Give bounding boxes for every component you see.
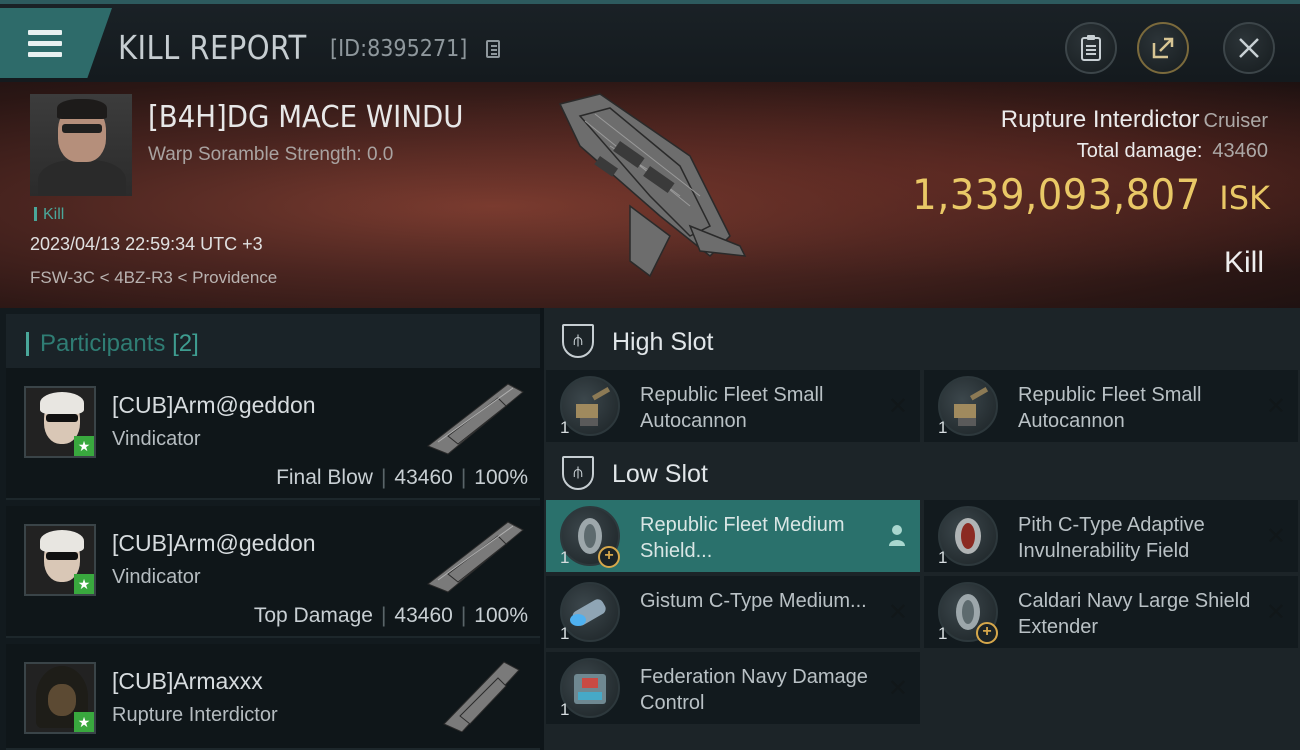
module-name: Republic Fleet Small Autocannon [640,384,824,432]
module-item[interactable]: 1 Gistum C-Type Medium... ✕ [546,576,920,648]
victim-avatar[interactable] [30,94,132,196]
copy-icon[interactable] [486,40,500,58]
module-name: Caldari Navy Large Shield Extender [1018,590,1251,638]
victim-name[interactable]: [B4H]DG MACE WINDU [148,100,463,135]
participants-tab[interactable]: Participants [2] [6,314,540,374]
participant-percent: 100% [474,466,528,489]
module-name: Federation Navy Damage Control [640,666,868,714]
shield-slot-icon: ⫛ [562,324,594,358]
person-icon[interactable] [888,524,906,546]
participant-card[interactable]: ★ [CUB]Arm@geddon Vindicator Top Damage |… [6,506,540,638]
star-icon: ★ [74,436,94,456]
participant-card[interactable]: ★ [CUB]Arm@geddon Vindicator Final Blow |… [6,368,540,500]
module-item[interactable]: + 1 Caldari Navy Large Shield Extender ✕ [924,576,1298,648]
participant-ship-image [427,383,524,455]
participant-ship-image [443,661,520,732]
module-item[interactable]: 1 Republic Fleet Small Autocannon ✕ [924,370,1298,442]
share-button[interactable] [1137,22,1189,74]
top-bar: KILL REPORT [ID:8395271] [0,0,1300,82]
scroll-edge [544,736,1300,750]
clipboard-icon [1081,35,1101,61]
total-damage-label: Total damage: [1076,140,1203,162]
close-icon[interactable]: ✕ [888,674,908,703]
plus-icon: + [598,546,620,568]
participants-panel: Participants [2] ★ [CUB]Arm@geddon Vindi… [0,308,540,750]
module-quantity: 1 [938,548,948,567]
module-name: Republic Fleet Medium Shield... [640,514,845,562]
module-item[interactable]: 1 Republic Fleet Small Autocannon ✕ [546,370,920,442]
share-icon [1152,37,1174,59]
participants-label: Participants [40,330,166,357]
participant-ship: Vindicator [112,566,201,588]
close-icon[interactable]: ✕ [1266,598,1286,627]
module-quantity: 1 [560,700,570,719]
close-icon[interactable]: ✕ [888,392,908,421]
participant-role: Top Damage [253,604,373,627]
module-quantity: 1 [560,548,570,567]
isk-value-line: 1,339,093,807 ISK [887,170,1270,219]
close-icon[interactable]: ✕ [1266,522,1286,551]
close-button[interactable] [1223,22,1275,74]
star-icon: ★ [74,574,94,594]
module-name: Republic Fleet Small Autocannon [1018,384,1202,432]
star-icon: ★ [74,712,94,732]
kill-tag: Kill [34,206,64,224]
plus-icon: + [976,622,998,644]
close-icon[interactable]: ✕ [1266,392,1286,421]
kill-datetime: 2023/04/13 22:59:34 UTC +3 [30,234,263,254]
participant-avatar[interactable]: ★ [24,524,96,596]
participant-name[interactable]: [CUB]Armaxxx [112,668,263,695]
total-damage-value: 43460 [1212,140,1268,162]
kill-location[interactable]: FSW-3C < 4BZ-R3 < Providence [30,268,277,288]
module-quantity: 1 [938,418,948,437]
participant-ship: Rupture Interdictor [112,704,278,726]
module-quantity: 1 [560,624,570,643]
isk-unit: ISK [1219,179,1270,217]
participant-ship-image [427,521,524,593]
low-slot-title: Low Slot [612,460,708,488]
participant-stats: Top Damage | 43460 | 100% [253,604,528,627]
page-title: KILL REPORT [118,28,307,67]
shield-slot-icon: ⫛ [562,456,594,490]
participant-ship: Vindicator [112,428,201,450]
participant-damage: 43460 [394,466,453,489]
victim-ship-image[interactable] [540,86,760,296]
ship-class: Cruiser [1203,110,1268,132]
high-slot-title: High Slot [612,328,714,356]
participant-name[interactable]: [CUB]Arm@geddon [112,392,316,419]
ship-name: Rupture Interdictor [1000,106,1200,133]
participant-percent: 100% [474,604,528,627]
fitting-panel: ⫛ High Slot 1 Republic Fleet Small Autoc… [544,308,1300,750]
participants-count: [2] [172,330,199,357]
clipboard-button[interactable] [1065,22,1117,74]
menu-button[interactable] [0,8,112,78]
result-label: Kill [1223,246,1264,279]
module-name: Gistum C-Type Medium... [640,590,867,612]
module-item[interactable]: 1 Federation Navy Damage Control ✕ [546,652,920,724]
participant-role: Final Blow [276,466,373,489]
participant-avatar[interactable]: ★ [24,386,96,458]
warp-scramble-strength: Warp Soramble Strength: 0.0 [148,144,394,165]
total-damage: Total damage: 43460 [1077,140,1268,163]
participant-avatar[interactable]: ★ [24,662,96,734]
participant-stats: Final Blow | 43460 | 100% [276,466,528,489]
kill-summary-banner: [B4H]DG MACE WINDU Warp Soramble Strengt… [0,82,1300,308]
module-quantity: 1 [560,418,570,437]
module-item[interactable]: + 1 Republic Fleet Medium Shield... [546,500,920,572]
module-name: Pith C-Type Adaptive Invulnerability Fie… [1018,514,1205,562]
hamburger-icon [28,30,62,57]
victim-ship-type[interactable]: Rupture Interdictor Cruiser [1001,106,1268,134]
close-icon [1239,38,1259,58]
module-quantity: 1 [938,624,948,643]
isk-value: 1,339,093,807 [912,170,1202,219]
participant-card[interactable]: ★ [CUB]Armaxxx Rupture Interdictor [6,644,540,750]
close-icon[interactable]: ✕ [888,598,908,627]
high-slot-header: ⫛ High Slot [544,312,1300,370]
module-item[interactable]: 1 Pith C-Type Adaptive Invulnerability F… [924,500,1298,572]
report-id: [ID:8395271] [330,36,468,62]
participant-damage: 43460 [394,604,453,627]
low-slot-header: ⫛ Low Slot [544,444,1300,502]
participant-name[interactable]: [CUB]Arm@geddon [112,530,316,557]
